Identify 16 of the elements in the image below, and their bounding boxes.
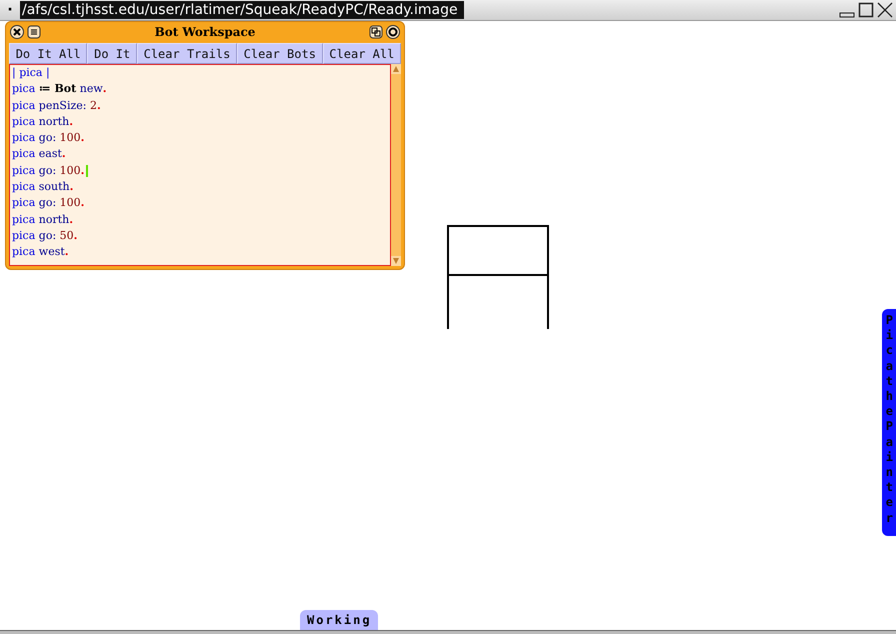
window-menu-glyph[interactable]: · bbox=[0, 2, 20, 18]
close-icon[interactable] bbox=[10, 25, 24, 39]
action-button[interactable]: Clear Trails bbox=[136, 43, 237, 64]
menu-icon[interactable] bbox=[27, 25, 41, 39]
maximize-icon[interactable] bbox=[858, 2, 874, 18]
collapse-icon[interactable] bbox=[369, 25, 383, 39]
circle-icon[interactable] bbox=[386, 25, 400, 39]
window-title: /afs/csl.tjhsst.edu/user/rlatimer/Squeak/ReadyPC/Ready.image bbox=[20, 1, 464, 19]
flap-tab[interactable]: Working bbox=[300, 610, 378, 630]
window-title: Bot Workspace bbox=[154, 25, 256, 39]
action-button[interactable]: Clear Bots bbox=[236, 43, 323, 64]
code-editor[interactable]: | pica | pica ≔ Bot new. pica penSize: 2. pica north. pica go: 100. pica east. pica go: 100. pica south. pica go: 100. pica north. pica go: 50. pica west. bbox=[9, 64, 391, 266]
close-icon[interactable] bbox=[877, 2, 893, 18]
action-button[interactable]: Do It All bbox=[9, 43, 88, 64]
action-button[interactable]: Clear All bbox=[322, 43, 402, 64]
action-button[interactable]: Do It bbox=[87, 43, 137, 64]
